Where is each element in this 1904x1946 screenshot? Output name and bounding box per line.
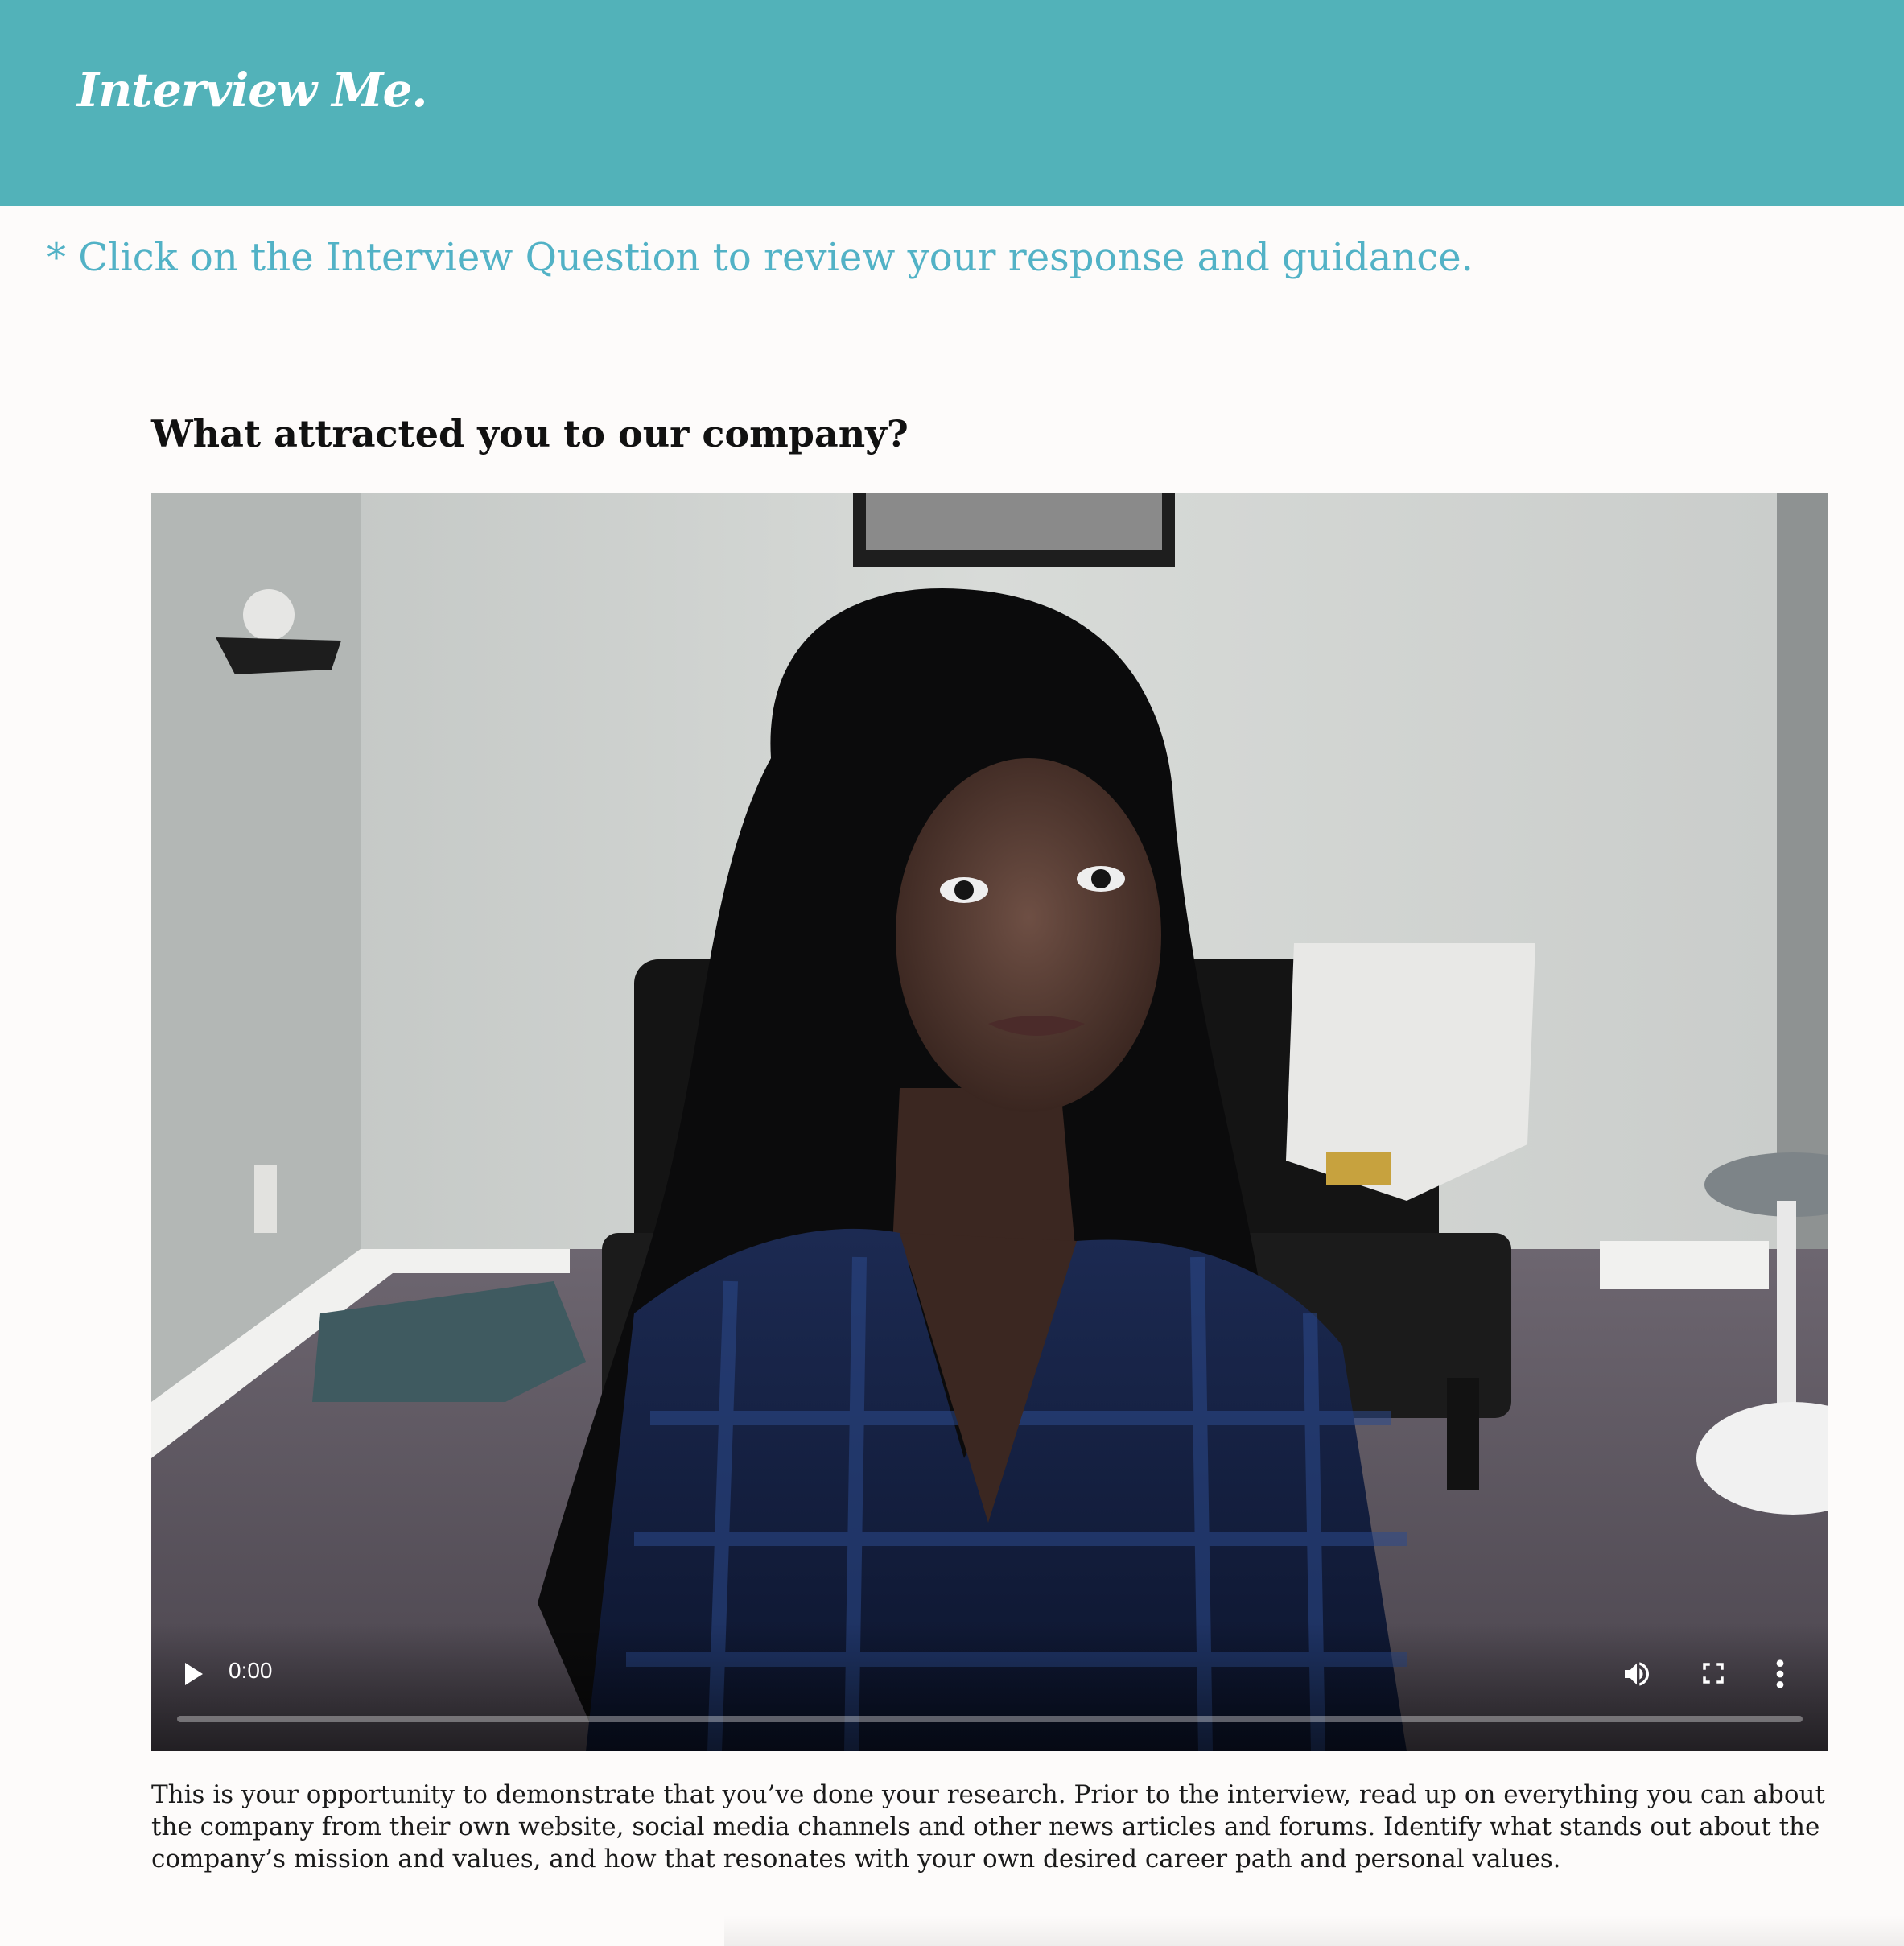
more-options-icon[interactable] — [1772, 1658, 1788, 1690]
video-current-time: 0:00 — [229, 1658, 273, 1683]
video-frame — [151, 493, 1828, 1751]
interview-question-title[interactable]: What attracted you to our company? — [151, 412, 909, 456]
guidance-text: This is your opportunity to demonstrate … — [151, 1780, 1825, 1874]
app-header: Interview Me. — [0, 0, 1904, 206]
fullscreen-icon[interactable] — [1700, 1659, 1727, 1687]
volume-icon[interactable] — [1621, 1658, 1653, 1690]
page-bottom-shadow — [724, 1915, 1904, 1946]
brand-logo[interactable]: Interview Me. — [77, 63, 428, 118]
response-video-player[interactable]: 0:00 — [151, 493, 1828, 1751]
video-progress-bar[interactable] — [177, 1716, 1803, 1722]
video-controls-bar: 0:00 — [151, 1622, 1828, 1751]
play-icon[interactable] — [182, 1661, 204, 1687]
instruction-text: * Click on the Interview Question to rev… — [47, 235, 1473, 280]
